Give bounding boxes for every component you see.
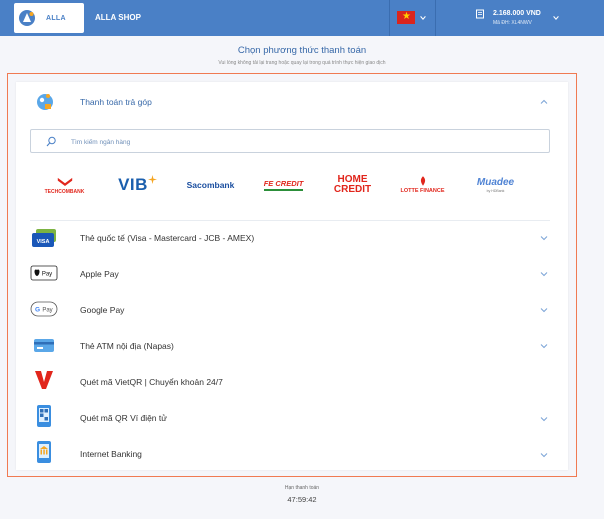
bank-name: Muadee (476, 176, 515, 188)
bank-search[interactable] (30, 129, 550, 153)
chevron-down-icon (540, 308, 548, 313)
bank-muadee[interactable]: Muadee by HDBank (461, 168, 530, 202)
receipt-icon (476, 9, 484, 19)
apple-pay-icon-svg: Pay (30, 265, 58, 281)
bank-lotte-finance[interactable]: LOTTE FINANCE (388, 168, 457, 202)
internet-banking-icon (30, 441, 58, 463)
method-label: Quét mã QR Ví điện tử (80, 413, 167, 423)
method-label: Quét mã VietQR | Chuyển khoản 24/7 (80, 377, 223, 387)
bank-techcombank[interactable]: TECHCOMBANK (30, 168, 99, 202)
google-pay-icon-svg: G Pay (30, 301, 58, 317)
bank-name: Sacombank (186, 180, 235, 190)
top-bar: ALLA ALLA SHOP ★ 2.168.000 VND Mã ĐH: XL… (0, 0, 604, 36)
bank-fe-credit[interactable]: FE CREDIT (249, 168, 318, 202)
payment-countdown: 47:59:42 (287, 495, 317, 504)
chevron-down-icon (553, 16, 559, 20)
atm-card-icon (30, 335, 58, 355)
bank-name: VIB (118, 175, 148, 194)
qr-wallet-icon-svg (37, 405, 51, 427)
chevron-down-icon (540, 236, 548, 241)
divider (30, 220, 550, 221)
chevron-up-icon (540, 99, 548, 104)
shop-name: ALLA SHOP (95, 13, 141, 22)
google-g-text: G (35, 307, 40, 314)
payment-deadline-label: Hạn thanh toán (284, 485, 320, 491)
installment-piggy-icon (37, 94, 53, 110)
method-label: Apple Pay (80, 269, 119, 279)
bank-name-line2: CREDIT (333, 184, 372, 195)
bank-name: TECHCOMBANK (44, 188, 85, 195)
bank-search-input[interactable] (69, 134, 533, 150)
google-pay-text: Pay (42, 308, 52, 314)
flag-star: ★ (402, 11, 411, 22)
visa-card-icon: VISA (30, 228, 58, 248)
order-id: Mã ĐH: XL4NWV (493, 20, 532, 26)
vietqr-icon (30, 370, 58, 390)
apple-pay-icon: Pay (30, 263, 58, 283)
vib-star-icon (147, 175, 157, 184)
search-icon (46, 136, 56, 147)
chevron-down-icon (540, 453, 548, 458)
chevron-down-icon (540, 344, 548, 349)
page-title: Chọn phương thức thanh toán (237, 45, 367, 56)
visa-card-icon-svg: VISA (32, 229, 56, 247)
bank-subname: by HDBank (486, 188, 505, 193)
installment-label: Thanh toán trả góp (80, 97, 152, 107)
logo-text: ALLA (46, 14, 66, 22)
method-label: Internet Banking (80, 449, 142, 459)
vietqr-icon-svg (35, 371, 53, 389)
lotte-logo-icon (420, 176, 425, 186)
chevron-down-icon (540, 272, 548, 277)
order-amount: 2.168.000 VND (493, 10, 541, 17)
bank-vib[interactable]: VIB (103, 168, 172, 202)
divider (435, 0, 436, 36)
internet-banking-icon-svg (37, 441, 51, 463)
logo[interactable]: ALLA (14, 3, 84, 33)
bank-name: FE CREDIT (263, 179, 304, 191)
chevron-down-icon (420, 16, 426, 20)
alla-logo-icon (19, 10, 35, 26)
techcombank-logo-icon (57, 177, 72, 186)
qr-wallet-icon (30, 405, 58, 427)
bank-name: LOTTE FINANCE (400, 188, 445, 194)
google-pay-icon: G Pay (30, 299, 58, 319)
method-label: Google Pay (80, 305, 125, 315)
method-label: Thẻ quốc tế (Visa - Mastercard - JCB - A… (80, 233, 255, 243)
atm-card-icon-svg (34, 339, 54, 352)
apple-pay-text: Pay (42, 272, 52, 278)
divider (389, 0, 390, 36)
method-label: Thẻ ATM nội địa (Napas) (80, 341, 174, 351)
page-subtitle: Vui lòng không tải lại trang hoặc quay l… (218, 60, 386, 66)
chevron-down-icon (540, 417, 548, 422)
visa-text: VISA (37, 239, 50, 245)
bank-sacombank[interactable]: Sacombank (176, 168, 245, 202)
bank-home-credit[interactable]: HOME CREDIT (318, 168, 387, 202)
